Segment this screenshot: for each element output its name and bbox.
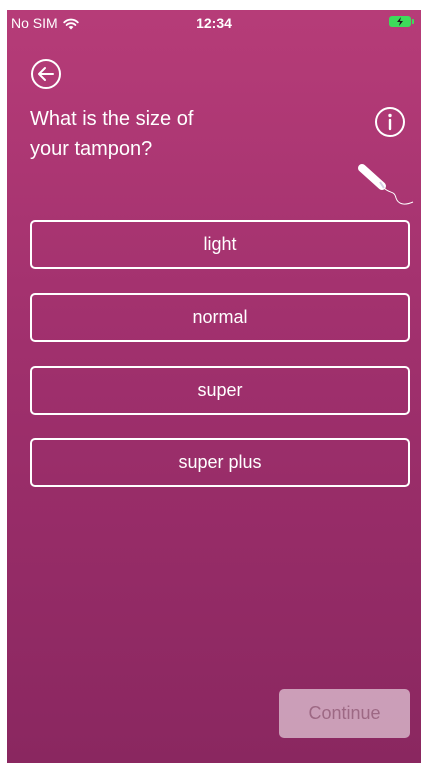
status-bar: No SIM 12:34 bbox=[7, 10, 421, 36]
question-line-1: What is the size of bbox=[30, 108, 194, 130]
option-super-plus-button[interactable]: super plus bbox=[30, 438, 410, 487]
page-title: What is the size of your tampon? bbox=[30, 104, 330, 164]
arrow-left-circle-icon bbox=[31, 59, 61, 89]
option-light-button[interactable]: light bbox=[30, 220, 410, 269]
battery-charging-icon bbox=[389, 16, 414, 27]
question-line-2: your tampon? bbox=[30, 138, 153, 160]
back-button[interactable] bbox=[29, 57, 63, 91]
option-super-button[interactable]: super bbox=[30, 366, 410, 415]
app-screen: No SIM 12:34 What is the size of your ta… bbox=[7, 10, 421, 763]
info-button[interactable] bbox=[373, 105, 407, 139]
tampon-icon bbox=[356, 160, 414, 212]
info-circle-icon bbox=[375, 107, 405, 137]
status-time: 12:34 bbox=[196, 15, 232, 31]
continue-button[interactable]: Continue bbox=[279, 689, 410, 738]
option-normal-button[interactable]: normal bbox=[30, 293, 410, 342]
